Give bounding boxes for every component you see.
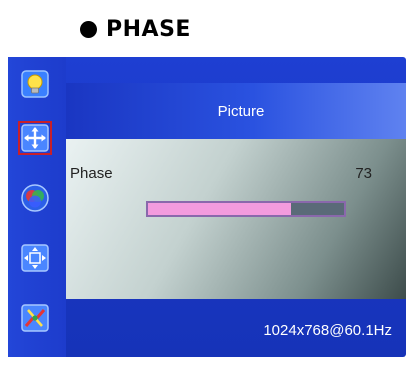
bullet-icon: [80, 20, 97, 38]
sidebar-item-size[interactable]: [18, 241, 52, 275]
osd-sidebar: [8, 57, 66, 357]
sidebar-item-position[interactable]: [18, 121, 52, 155]
osd-menu: Picture Phase 73 1024x768@60.1Hz: [8, 57, 406, 357]
phase-value: 73: [355, 165, 372, 182]
sidebar-item-color[interactable]: [18, 181, 52, 215]
rgb-circles-icon: [21, 184, 49, 212]
osd-title-bar: Picture: [66, 83, 406, 139]
expand-arrows-icon: [21, 244, 49, 272]
osd-title: Picture: [217, 102, 265, 120]
lightbulb-icon: [21, 70, 49, 98]
osd-content-panel: Phase 73: [66, 139, 406, 299]
resolution-status: 1024x768@60.1Hz: [263, 322, 392, 339]
phase-slider[interactable]: [146, 201, 346, 217]
tools-icon: [21, 304, 49, 332]
sidebar-item-tools[interactable]: [18, 301, 52, 335]
move-arrows-icon: [21, 124, 49, 152]
phase-label: Phase: [70, 165, 113, 182]
page-heading: PHASE: [80, 14, 191, 44]
sidebar-item-brightness[interactable]: [18, 67, 52, 101]
phase-slider-fill: [148, 203, 292, 215]
heading-title: PHASE: [106, 16, 191, 42]
